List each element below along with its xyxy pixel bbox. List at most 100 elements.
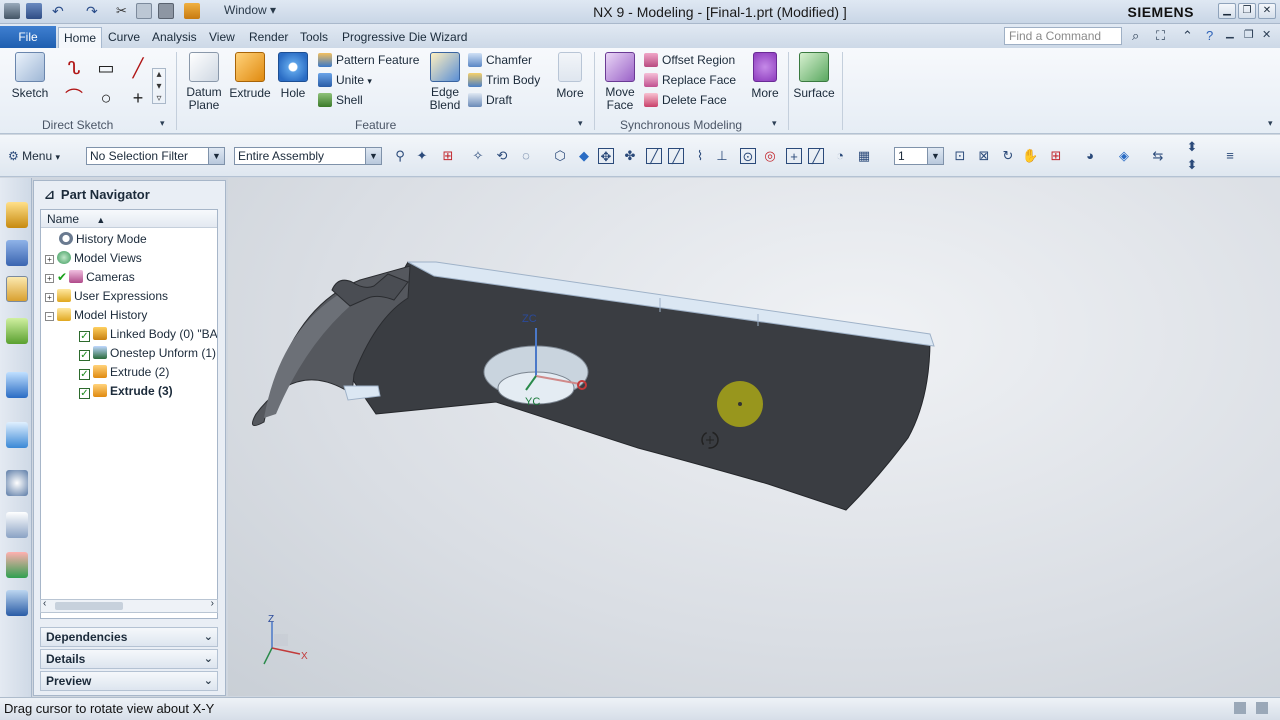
checkbox[interactable]: ✓ <box>79 369 90 380</box>
snap-grid-icon[interactable]: ✥ <box>598 148 614 164</box>
doc-close-icon[interactable]: ✕ <box>1262 28 1271 41</box>
menu-button[interactable]: ⚙ Menu ▾ <box>8 149 60 163</box>
list-item[interactable]: History Mode <box>59 230 147 249</box>
edge-blend-button[interactable]: Edge Blend <box>426 52 464 112</box>
snap-icon[interactable]: ✦ <box>414 148 430 164</box>
checkbox[interactable]: ✓ <box>79 331 90 342</box>
system-scenes-icon[interactable] <box>6 590 28 616</box>
tab-tools[interactable]: Tools <box>300 27 328 48</box>
paste-icon[interactable] <box>158 3 174 19</box>
select-target-icon[interactable]: ⊞ <box>440 148 456 164</box>
help-icon[interactable]: ? <box>1206 28 1213 43</box>
offset-region-button[interactable]: Offset Region <box>644 51 735 69</box>
collapse-icon[interactable]: − <box>45 312 54 321</box>
point-icon[interactable]: + <box>126 86 150 110</box>
view-orientation-icon[interactable]: ⇆ <box>1150 148 1166 164</box>
layer-select[interactable]: 1 ▼ <box>894 147 944 165</box>
render-style-icon[interactable]: ◕ <box>1082 148 1098 164</box>
web-browser-icon[interactable] <box>6 422 28 448</box>
intersection-icon[interactable]: ⊥ <box>714 148 730 164</box>
wcs-dynamic-icon[interactable]: ⬍ <box>1184 157 1200 173</box>
sketch-button[interactable]: Sketch <box>8 52 52 100</box>
existing-point-icon[interactable]: + <box>786 148 802 164</box>
part-navigator-icon[interactable] <box>6 276 28 302</box>
tab-file[interactable]: File <box>0 26 56 48</box>
trim-body-button[interactable]: Trim Body <box>468 71 540 89</box>
body-select-icon[interactable]: ⬡ <box>552 148 568 164</box>
extrude-quick-icon[interactable] <box>184 3 200 19</box>
shaded-edges-icon[interactable]: ◈ <box>1116 148 1132 164</box>
orient-view-icon[interactable]: ⊞ <box>1048 148 1064 164</box>
datum-plane-button[interactable]: Datum Plane <box>182 52 226 112</box>
replace-face-button[interactable]: Replace Face <box>644 71 736 89</box>
save-icon[interactable] <box>26 3 42 19</box>
copy-icon[interactable] <box>136 3 152 19</box>
collapse-ribbon-icon[interactable]: ⌃ <box>1182 28 1193 44</box>
find-command-input[interactable]: Find a Command <box>1004 27 1122 45</box>
list-item[interactable]: ✓ Extrude (2) <box>79 363 169 382</box>
expand-icon[interactable]: + <box>45 293 54 302</box>
list-item[interactable]: + ✔ Cameras <box>45 268 135 287</box>
shell-button[interactable]: Shell <box>318 91 363 109</box>
process-studio-icon[interactable] <box>6 512 28 538</box>
tab-curve[interactable]: Curve <box>108 27 140 48</box>
gallery-more-icon[interactable]: ▴ ▾ ▿ <box>152 68 166 104</box>
scroll-left-icon[interactable]: ‹ <box>43 598 46 609</box>
cut-icon[interactable]: ✂ <box>116 3 132 19</box>
expand-icon[interactable]: + <box>45 274 54 283</box>
expand-icon[interactable]: + <box>45 255 54 264</box>
delete-face-button[interactable]: Delete Face <box>644 91 727 109</box>
arc-icon[interactable]: ⌒ <box>62 86 86 110</box>
hd3d-tools-icon[interactable] <box>6 372 28 398</box>
constraint-navigator-icon[interactable] <box>6 240 28 266</box>
rectangle-icon[interactable]: ▭ <box>94 56 118 80</box>
assembly-navigator-icon[interactable] <box>6 202 28 228</box>
lasso-select-icon[interactable]: ◌ <box>518 148 534 164</box>
ribbon-options-icon[interactable]: ▾ <box>1268 118 1273 129</box>
group-dropdown-icon[interactable]: ▾ <box>772 118 777 129</box>
point-on-curve-icon[interactable]: ╱ <box>808 148 824 164</box>
draft-button[interactable]: Draft <box>468 91 512 109</box>
group-dropdown-icon[interactable]: ▾ <box>578 118 583 129</box>
line-icon[interactable]: ╱ <box>126 56 150 80</box>
zoom-icon[interactable]: ⊠ <box>976 148 992 164</box>
list-item[interactable]: ✓ Onestep Unform (1) <box>79 344 216 363</box>
checkbox[interactable]: ✓ <box>79 388 90 399</box>
list-item[interactable]: + User Expressions <box>45 287 168 306</box>
redo-icon[interactable]: ↷ <box>86 3 102 19</box>
tab-analysis[interactable]: Analysis <box>152 27 197 48</box>
close-button[interactable]: ✕ <box>1258 3 1276 19</box>
quadrant-icon[interactable]: ◎ <box>762 148 778 164</box>
horizontal-scrollbar[interactable]: ‹ › <box>40 598 218 613</box>
feature-more-button[interactable]: More <box>552 52 588 100</box>
doc-minimize-icon[interactable]: ▁ <box>1226 28 1234 39</box>
preview-panel[interactable]: Preview ⌄ <box>40 671 218 691</box>
lasso-icon[interactable]: ✧ <box>470 148 486 164</box>
fullscreen-icon[interactable]: ⛶ <box>1156 28 1165 44</box>
solid-select-icon[interactable]: ◆ <box>576 148 592 164</box>
minimize-button[interactable]: ▁ <box>1218 3 1236 19</box>
toolbar-options-icon[interactable]: ≡ <box>1222 148 1238 164</box>
tab-view[interactable]: View <box>209 27 235 48</box>
end-point-icon[interactable]: ╱ <box>646 148 662 164</box>
tab-progressive-die-wizard[interactable]: Progressive Die Wizard <box>342 27 467 48</box>
column-header-name[interactable]: Name ▲ <box>41 210 217 228</box>
fit-view-icon[interactable]: ⊡ <box>952 148 968 164</box>
tab-home[interactable]: Home <box>58 27 103 48</box>
selection-scope-select[interactable]: Entire Assembly ▼ <box>234 147 382 165</box>
tab-render[interactable]: Render <box>249 27 288 48</box>
rotate-view-icon[interactable]: ↻ <box>1000 148 1016 164</box>
bounded-grid-icon[interactable]: ▦ <box>856 148 872 164</box>
graphics-window[interactable]: ZC YC Z X <box>228 178 1280 696</box>
scrollbar-thumb[interactable] <box>55 602 123 610</box>
extrude-button[interactable]: Extrude <box>228 52 272 100</box>
surface-button[interactable]: Surface <box>792 52 836 100</box>
search-icon[interactable]: ⌕ <box>1132 28 1139 44</box>
selection-filter-select[interactable]: No Selection Filter ▼ <box>86 147 225 165</box>
filter-icon[interactable]: ⚲ <box>392 148 408 164</box>
point-on-face-icon[interactable]: ◔ <box>832 148 848 164</box>
chamfer-button[interactable]: Chamfer <box>468 51 532 69</box>
pin-icon[interactable]: ⊿ <box>44 187 55 202</box>
window-menu[interactable]: Window ▾ <box>224 3 276 17</box>
roles-icon[interactable] <box>6 552 28 578</box>
